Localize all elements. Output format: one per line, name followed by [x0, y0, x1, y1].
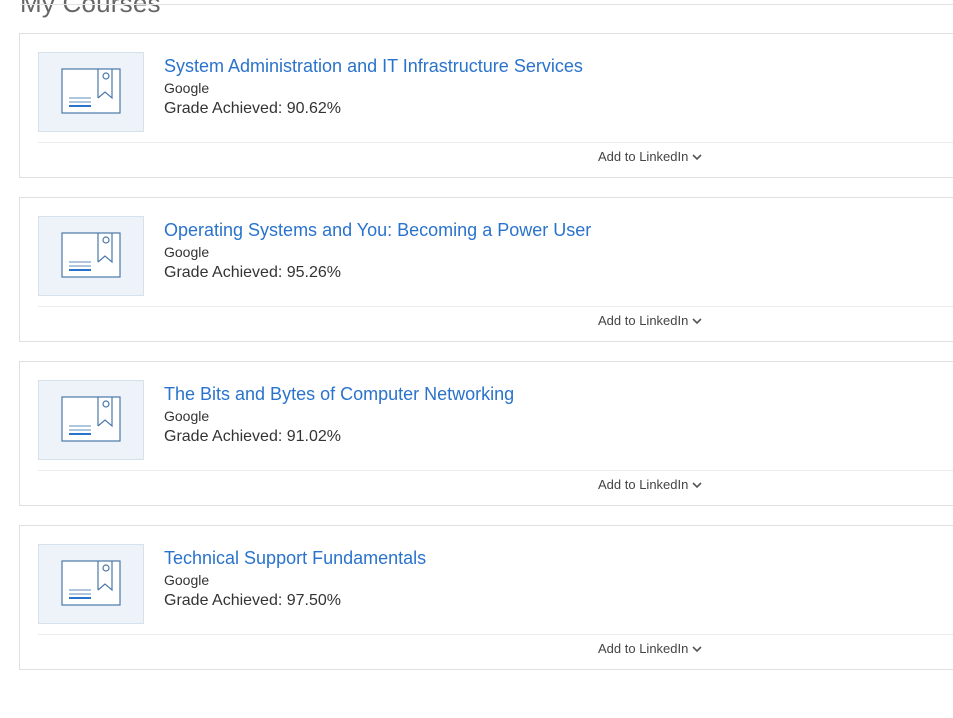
add-to-linkedin-label: Add to LinkedIn	[598, 641, 689, 656]
course-grade: Grade Achieved: 91.02%	[164, 428, 342, 445]
certificate-icon	[61, 232, 121, 278]
course-grade: Grade Achieved: 97.50%	[164, 592, 342, 609]
course-partner: Google	[164, 408, 210, 424]
course-info: The Bits and Bytes of Computer Networkin…	[164, 383, 514, 448]
course-title-link[interactable]: Technical Support Fundamentals	[164, 547, 426, 569]
course-title-link[interactable]: The Bits and Bytes of Computer Networkin…	[164, 383, 514, 405]
course-info: Technical Support Fundamentals Google Gr…	[164, 547, 426, 612]
header-divider	[20, 4, 953, 5]
course-title-link[interactable]: System Administration and IT Infrastruct…	[164, 55, 583, 77]
add-to-linkedin-button[interactable]: Add to LinkedIn	[598, 477, 702, 492]
certificate-icon	[61, 68, 121, 114]
course-thumbnail	[38, 380, 144, 460]
course-partner: Google	[164, 572, 210, 588]
course-card: The Bits and Bytes of Computer Networkin…	[19, 361, 953, 506]
course-info: System Administration and IT Infrastruct…	[164, 55, 583, 120]
chevron-down-icon	[692, 481, 702, 488]
card-divider	[38, 470, 953, 471]
course-title-link[interactable]: Operating Systems and You: Becoming a Po…	[164, 219, 591, 241]
course-card: Operating Systems and You: Becoming a Po…	[19, 197, 953, 342]
card-divider	[38, 142, 953, 143]
course-card: Technical Support Fundamentals Google Gr…	[19, 525, 953, 670]
course-list: System Administration and IT Infrastruct…	[19, 33, 953, 689]
add-to-linkedin-button[interactable]: Add to LinkedIn	[598, 641, 702, 656]
card-divider	[38, 634, 953, 635]
add-to-linkedin-label: Add to LinkedIn	[598, 477, 689, 492]
certificate-icon	[61, 560, 121, 606]
course-grade: Grade Achieved: 95.26%	[164, 264, 342, 281]
course-partner: Google	[164, 80, 210, 96]
add-to-linkedin-button[interactable]: Add to LinkedIn	[598, 313, 702, 328]
page-title: My Courses	[20, 0, 161, 18]
course-info: Operating Systems and You: Becoming a Po…	[164, 219, 591, 284]
course-thumbnail	[38, 52, 144, 132]
course-card: System Administration and IT Infrastruct…	[19, 33, 953, 178]
chevron-down-icon	[692, 645, 702, 652]
chevron-down-icon	[692, 317, 702, 324]
add-to-linkedin-label: Add to LinkedIn	[598, 313, 689, 328]
course-partner: Google	[164, 244, 210, 260]
certificate-icon	[61, 396, 121, 442]
add-to-linkedin-label: Add to LinkedIn	[598, 149, 689, 164]
chevron-down-icon	[692, 153, 702, 160]
add-to-linkedin-button[interactable]: Add to LinkedIn	[598, 149, 702, 164]
course-grade: Grade Achieved: 90.62%	[164, 100, 342, 117]
course-thumbnail	[38, 544, 144, 624]
card-divider	[38, 306, 953, 307]
course-thumbnail	[38, 216, 144, 296]
